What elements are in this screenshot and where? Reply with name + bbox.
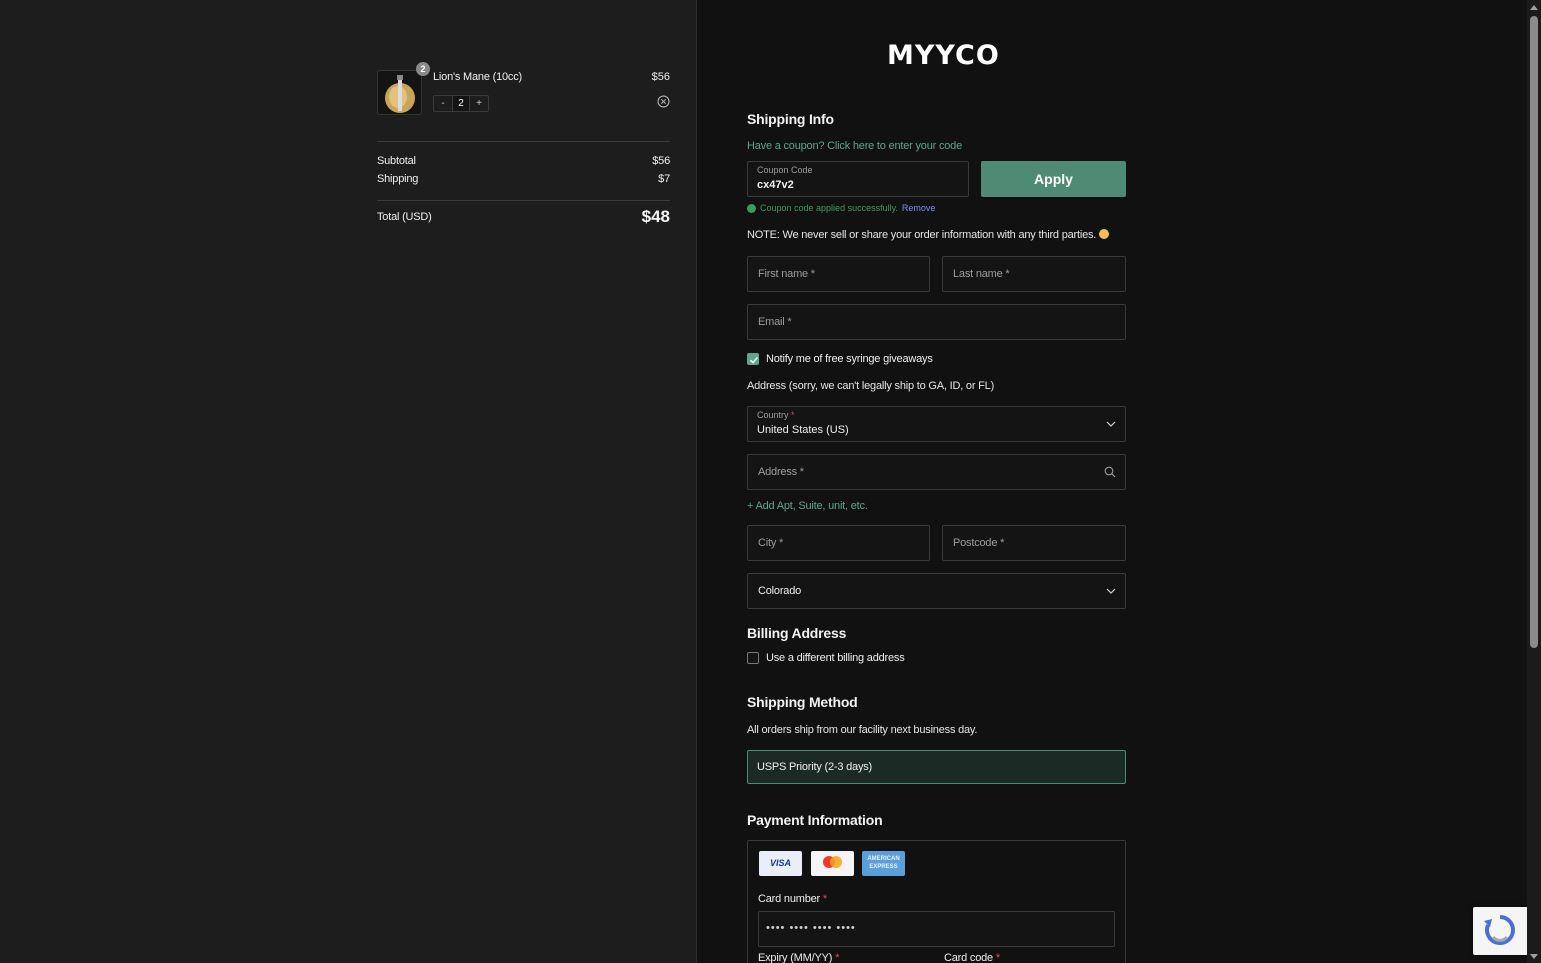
address-note: Address (sorry, we can't legally ship to…	[747, 380, 995, 392]
payment-info-title: Payment Information	[747, 812, 883, 828]
mastercard-icon	[811, 851, 854, 876]
card-number-label-text: Card number	[758, 893, 820, 905]
card-number-label: Card number *	[758, 893, 827, 905]
scrollbar-thumb[interactable]	[1530, 16, 1538, 648]
shipping-info-title: Shipping Info	[747, 111, 834, 127]
first-name-placeholder: First name *	[758, 268, 815, 280]
card-number-input[interactable]: •••• •••• •••• ••••	[758, 911, 1115, 947]
subtotal-label: Subtotal	[377, 155, 416, 167]
card-code-label: Card code *	[944, 952, 1000, 963]
product-price: $56	[651, 71, 670, 83]
scroll-up-icon[interactable]	[1530, 5, 1538, 10]
expiry-label: Expiry (MM/YY) *	[758, 952, 839, 963]
smile-emoji-icon	[1099, 229, 1110, 239]
success-check-icon	[747, 203, 756, 213]
coupon-success-message: Coupon code applied successfully. Remove	[747, 203, 935, 213]
country-select[interactable]: Country * United States (US)	[747, 406, 1126, 442]
email-field[interactable]: Email *	[747, 304, 1126, 340]
different-billing-checkbox[interactable]	[747, 652, 759, 664]
notify-checkbox[interactable]	[747, 353, 759, 365]
required-mark: *	[791, 410, 795, 420]
coupon-code-value[interactable]: cx47v2	[757, 179, 794, 191]
remove-coupon-link[interactable]: Remove	[902, 203, 936, 213]
decrease-button[interactable]: -	[434, 96, 452, 111]
subtotal-row: Subtotal $56	[377, 155, 670, 167]
postcode-field[interactable]: Postcode *	[942, 525, 1126, 561]
required-mark: *	[835, 952, 840, 963]
city-placeholder: City *	[758, 537, 784, 549]
quantity-badge: 2	[416, 62, 430, 76]
quantity-input[interactable]: 2	[452, 96, 470, 111]
amex-card-icon: AMERICAN EXPRESS	[862, 851, 905, 876]
coupon-success-text: Coupon code applied successfully.	[760, 203, 898, 213]
subtotal-value: $56	[652, 155, 670, 167]
checkmark-icon	[749, 356, 759, 364]
total-label: Total (USD)	[377, 211, 432, 223]
recaptcha-icon	[1484, 915, 1515, 945]
coupon-code-field[interactable]: Coupon Code cx47v2	[747, 161, 969, 197]
address-field[interactable]: Address *	[747, 454, 1126, 490]
city-field[interactable]: City *	[747, 525, 930, 561]
coupon-toggle-link[interactable]: Have a coupon? Click here to enter your …	[747, 140, 962, 152]
chevron-down-icon	[1106, 421, 1116, 427]
visa-card-icon: VISA	[759, 851, 802, 876]
search-icon[interactable]	[1104, 466, 1116, 478]
add-apt-link[interactable]: + Add Apt, Suite, unit, etc.	[747, 500, 868, 512]
product-thumbnail	[377, 70, 422, 115]
last-name-placeholder: Last name *	[953, 268, 1010, 280]
total-value: $48	[641, 207, 670, 226]
card-code-label-text: Card code	[944, 952, 993, 963]
apply-coupon-button[interactable]: Apply	[981, 161, 1126, 197]
different-billing-row[interactable]: Use a different billing address	[747, 652, 905, 664]
country-label: Country *	[757, 410, 795, 420]
shipping-option-usps[interactable]: USPS Priority (2-3 days)	[747, 750, 1126, 784]
privacy-note: NOTE: We never sell or share your order …	[747, 229, 1110, 241]
coupon-code-label: Coupon Code	[757, 165, 813, 175]
shipping-row: Shipping $7	[377, 173, 670, 185]
postcode-placeholder: Postcode *	[953, 537, 1005, 549]
page-scrollbar[interactable]	[1527, 0, 1541, 963]
country-label-text: Country	[757, 410, 789, 420]
notify-checkbox-row[interactable]: Notify me of free syringe giveaways	[747, 353, 933, 365]
chevron-down-icon	[1106, 588, 1116, 594]
total-divider	[377, 200, 670, 201]
expiry-label-text: Expiry (MM/YY)	[758, 952, 833, 963]
increase-button[interactable]: +	[470, 96, 488, 111]
recaptcha-badge[interactable]	[1473, 907, 1527, 955]
country-value: United States (US)	[757, 424, 849, 436]
shipping-method-note: All orders ship from our facility next b…	[747, 724, 978, 736]
notify-label: Notify me of free syringe giveaways	[766, 353, 933, 365]
billing-address-title: Billing Address	[747, 625, 847, 641]
different-billing-label: Use a different billing address	[766, 652, 905, 664]
scroll-down-icon[interactable]	[1530, 954, 1538, 959]
shipping-method-title: Shipping Method	[747, 694, 858, 710]
shipping-value: $7	[658, 173, 670, 185]
first-name-field[interactable]: First name *	[747, 256, 930, 292]
privacy-note-text: NOTE: We never sell or share your order …	[747, 229, 1097, 241]
product-name: Lion's Mane (10cc)	[433, 71, 522, 83]
payment-form: VISA AMERICAN EXPRESS Card number * ••••…	[747, 840, 1126, 963]
order-summary-panel: 2 Lion's Mane (10cc) $56 - 2 + Subtotal …	[0, 0, 697, 963]
state-value: Colorado	[758, 585, 802, 597]
brand-logo[interactable]: MYYCO	[887, 40, 999, 71]
required-mark: *	[995, 952, 1000, 963]
state-select[interactable]: Colorado	[747, 573, 1126, 609]
remove-item-icon[interactable]	[657, 95, 670, 108]
quantity-stepper: - 2 +	[433, 95, 489, 112]
shipping-label: Shipping	[377, 173, 419, 185]
email-placeholder: Email *	[758, 316, 792, 328]
cart-item: 2 Lion's Mane (10cc) $56 - 2 +	[377, 62, 670, 116]
total-row: Total (USD) $48	[377, 207, 670, 227]
last-name-field[interactable]: Last name *	[942, 256, 1126, 292]
address-placeholder: Address *	[758, 466, 804, 478]
required-mark: *	[822, 893, 827, 905]
summary-divider	[377, 141, 670, 142]
